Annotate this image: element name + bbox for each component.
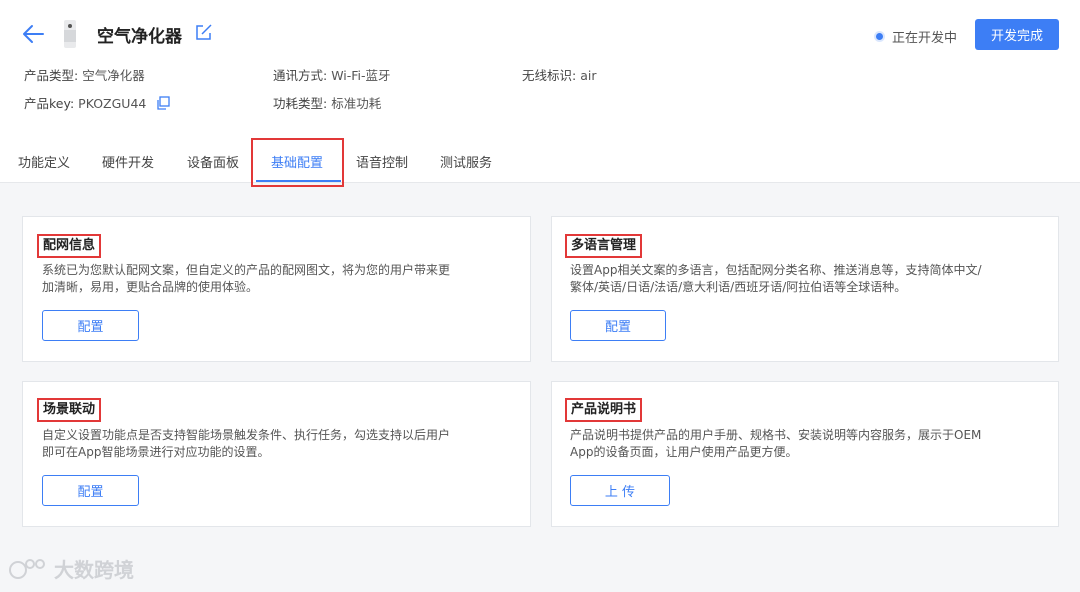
card-title: 场景联动 — [37, 398, 102, 422]
tab-device-panel[interactable]: 设备面板 — [187, 152, 239, 171]
meta-value: Wi-Fi-蓝牙 — [331, 68, 391, 83]
card-product-manual: 产品说明书 产品说明书提供产品的用户手册、规格书、安装说明等内容服务，展示于OE… — [551, 381, 1059, 527]
configure-button[interactable]: 配置 — [42, 475, 139, 506]
tab-hardware-development[interactable]: 硬件开发 — [102, 152, 154, 171]
card-desc-line: App的设备页面，让用户使用产品更方便。 — [570, 445, 798, 459]
dev-status: 正在开发中 — [876, 27, 957, 46]
meta-wireless: 无线标识: air — [522, 65, 596, 84]
card-multi-language: 多语言管理 设置App相关文案的多语言，包括配网分类名称、推送消息等，支持简体中… — [551, 216, 1059, 362]
product-header: 空气净化器 正在开发中 开发完成 产品类型: 空气净化器 通讯方式: Wi-Fi… — [0, 0, 1080, 183]
card-desc-line: 系统已为您默认配网文案，但自定义的产品的配网图文，将为您的用户带来更 — [42, 263, 451, 277]
meta-product-type: 产品类型: 空气净化器 — [24, 65, 145, 84]
tab-bar: 功能定义 硬件开发 设备面板 基础配置 语音控制 测试服务 — [0, 142, 1080, 182]
watermark: 大数跨境 — [8, 554, 134, 583]
card-title: 多语言管理 — [565, 234, 643, 258]
meta-value: air — [580, 68, 597, 83]
card-description: 自定义设置功能点是否支持智能场景触发条件、执行任务，勾选支持以后用户 即可在Ap… — [42, 427, 450, 461]
card-desc-line: 自定义设置功能点是否支持智能场景触发条件、执行任务，勾选支持以后用户 — [42, 428, 451, 442]
card-description: 产品说明书提供产品的用户手册、规格书、安装说明等内容服务，展示于OEM App的… — [570, 427, 981, 461]
tab-voice-control[interactable]: 语音控制 — [356, 152, 408, 171]
finish-development-button[interactable]: 开发完成 — [975, 19, 1059, 50]
status-text: 正在开发中 — [892, 31, 958, 46]
card-network-config: 配网信息 系统已为您默认配网文案，但自定义的产品的配网图文，将为您的用户带来更 … — [22, 216, 531, 362]
card-title: 配网信息 — [37, 234, 102, 258]
meta-value: 空气净化器 — [82, 68, 145, 83]
meta-label: 无线标识: — [522, 68, 577, 83]
card-desc-line: 产品说明书提供产品的用户手册、规格书、安装说明等内容服务，展示于OEM — [570, 428, 982, 442]
meta-product-key: 产品key: PKOZGU44 — [24, 93, 171, 112]
card-scene-linkage: 场景联动 自定义设置功能点是否支持智能场景触发条件、执行任务，勾选支持以后用户 … — [22, 381, 531, 527]
meta-value: PKOZGU44 — [78, 96, 147, 111]
card-desc-line: 即可在App智能场景进行对应功能的设置。 — [42, 445, 270, 459]
card-title: 产品说明书 — [565, 398, 643, 422]
configure-button[interactable]: 配置 — [570, 310, 666, 341]
active-tab-underline — [256, 180, 341, 182]
back-arrow-icon[interactable] — [22, 24, 44, 44]
status-dot-icon — [876, 33, 883, 40]
edit-icon[interactable] — [195, 23, 213, 41]
watermark-logo-icon — [9, 558, 45, 579]
card-desc-line: 繁体/英语/日语/法语/意大利语/西班牙语/阿拉伯语等全球语种。 — [570, 280, 907, 294]
copy-icon[interactable] — [156, 96, 171, 110]
upload-button[interactable]: 上 传 — [570, 475, 670, 506]
watermark-text: 大数跨境 — [54, 558, 134, 582]
tab-basic-config[interactable]: 基础配置 — [271, 152, 323, 171]
air-purifier-icon — [64, 20, 76, 48]
card-description: 系统已为您默认配网文案，但自定义的产品的配网图文，将为您的用户带来更 加清晰，易… — [42, 262, 450, 296]
tab-function-definition[interactable]: 功能定义 — [18, 152, 70, 171]
meta-power: 功耗类型: 标准功耗 — [273, 93, 381, 112]
meta-label: 产品key: — [24, 96, 75, 111]
tab-test-service[interactable]: 测试服务 — [440, 152, 492, 171]
meta-value: 标准功耗 — [331, 96, 382, 111]
card-description: 设置App相关文案的多语言，包括配网分类名称、推送消息等，支持简体中文/ 繁体/… — [570, 262, 982, 296]
card-desc-line: 设置App相关文案的多语言，包括配网分类名称、推送消息等，支持简体中文/ — [570, 263, 982, 277]
product-title: 空气净化器 — [97, 27, 182, 47]
meta-comm: 通讯方式: Wi-Fi-蓝牙 — [273, 65, 391, 84]
meta-label: 通讯方式: — [273, 68, 328, 83]
configure-button[interactable]: 配置 — [42, 310, 139, 341]
meta-label: 功耗类型: — [273, 96, 328, 111]
meta-label: 产品类型: — [24, 68, 79, 83]
card-desc-line: 加清晰，易用，更贴合品牌的使用体验。 — [42, 280, 259, 294]
